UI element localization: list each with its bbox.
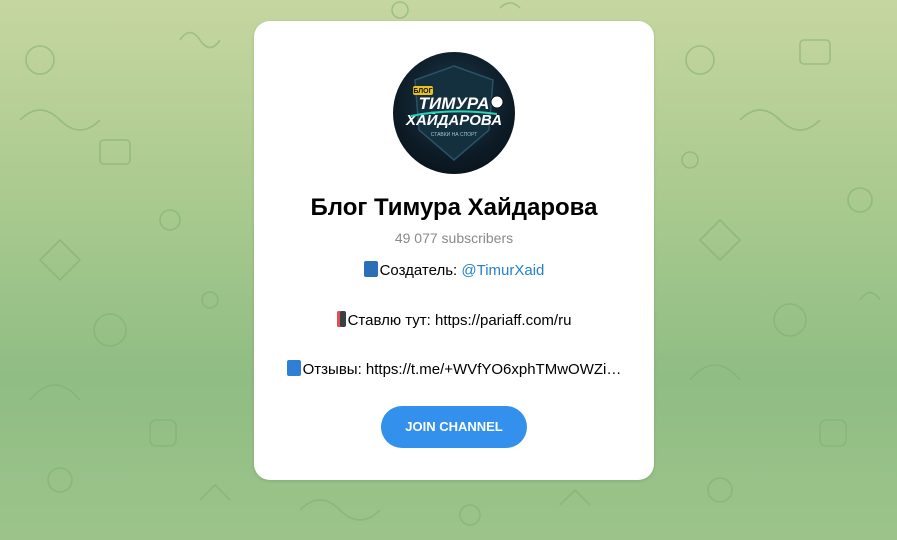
channel-avatar: БЛОГ ТИМУРА ХАЙДАРОВА СТАВКИ НА СПОРТ	[393, 52, 515, 174]
phone-icon	[336, 311, 346, 327]
channel-title: Блог Тимура Хайдарова	[310, 194, 598, 221]
channel-card: БЛОГ ТИМУРА ХАЙДАРОВА СТАВКИ НА СПОРТ Бл…	[254, 21, 654, 480]
description-creator-line: Создатель: @TimurXaid	[274, 261, 634, 279]
logo-tagline-text: СТАВКИ НА СПОРТ	[431, 132, 478, 138]
description-bets-line: Ставлю тут: https://pariaff.com/ru	[274, 311, 634, 329]
reviews-text: Отзывы: https://t.me/+WVfYO6xphTMwOWZi…	[302, 361, 622, 378]
channel-logo: БЛОГ ТИМУРА ХАЙДАРОВА СТАВКИ НА СПОРТ	[405, 65, 504, 161]
join-channel-button[interactable]: JOIN CHANNEL	[381, 406, 527, 448]
subscriber-count: 49 077 subscribers	[394, 230, 514, 246]
bets-text: Ставлю тут: https://pariaff.com/ru	[347, 312, 572, 329]
creator-link[interactable]: @TimurXaid	[461, 262, 544, 279]
description-reviews-line: Отзывы: https://t.me/+WVfYO6xphTMwOWZi…	[274, 360, 634, 378]
creator-label: Создатель:	[379, 262, 462, 279]
book-icon	[286, 360, 301, 376]
logo-line1-text: ТИМУРА	[419, 94, 490, 113]
top-badge-icon	[363, 261, 378, 277]
